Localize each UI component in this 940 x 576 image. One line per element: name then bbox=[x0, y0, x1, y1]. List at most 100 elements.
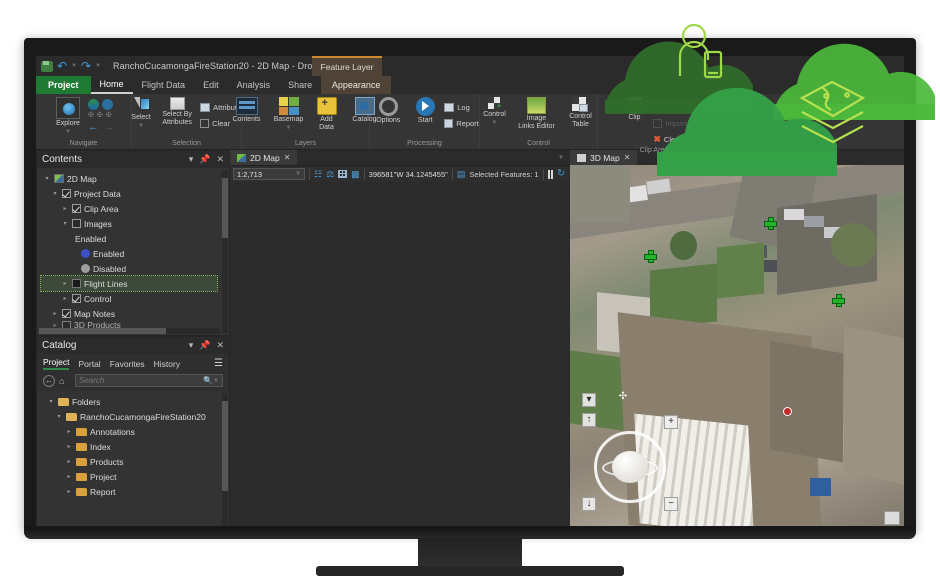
contents-vertical-scrollbar[interactable] bbox=[222, 170, 228, 333]
catalog-node-products[interactable]: ▸ Products bbox=[41, 454, 227, 469]
view-tab-overflow-icon[interactable]: ▼ bbox=[558, 155, 564, 161]
home-icon[interactable]: ⌂ bbox=[59, 375, 71, 387]
image-links-editor-button[interactable]: Image Links Editor bbox=[517, 97, 557, 131]
tab-share[interactable]: Share bbox=[279, 76, 321, 94]
twisty-icon[interactable]: ▾ bbox=[51, 190, 59, 197]
select-button[interactable]: Select ▼ bbox=[128, 97, 154, 130]
add-data-button[interactable]: Add Data bbox=[313, 97, 341, 132]
flagged-point-marker[interactable] bbox=[783, 407, 792, 416]
catalog-node-project-root[interactable]: ▾ RanchoCucamongaFireStation20 bbox=[41, 409, 227, 424]
control-point-marker[interactable] bbox=[764, 217, 775, 228]
save-icon[interactable] bbox=[41, 61, 53, 72]
layer-checkbox[interactable] bbox=[62, 309, 71, 318]
catalog-tab-favorites[interactable]: Favorites bbox=[110, 359, 145, 369]
catalog-tab-strip[interactable]: Project Portal Favorites History ☰ bbox=[37, 354, 229, 372]
back-icon[interactable]: ← bbox=[43, 375, 55, 387]
selection-icon[interactable]: ▤ bbox=[457, 170, 466, 179]
twisty-icon[interactable]: ▾ bbox=[43, 175, 51, 182]
full-control-icon[interactable]: ✣ bbox=[616, 391, 630, 405]
contents-node-2d-map[interactable]: ▾ 2D Map bbox=[41, 171, 227, 186]
zoom-out-small-icon[interactable]: ✠ bbox=[97, 112, 103, 120]
contents-close-icon[interactable]: ✕ bbox=[216, 154, 224, 165]
zoom-out-button[interactable]: − bbox=[664, 497, 678, 511]
twisty-icon[interactable]: ▸ bbox=[61, 280, 69, 287]
twisty-icon[interactable]: ▸ bbox=[65, 488, 73, 495]
catalog-tab-portal[interactable]: Portal bbox=[78, 359, 100, 369]
navigator-globe[interactable] bbox=[612, 451, 648, 483]
scale-selector-2d[interactable]: 1:2,713 ▼ bbox=[233, 168, 305, 180]
layer-checkbox[interactable] bbox=[72, 219, 81, 228]
log-button[interactable]: Log bbox=[444, 100, 479, 114]
twisty-icon[interactable]: ▸ bbox=[65, 458, 73, 465]
tab-project[interactable]: Project bbox=[36, 76, 91, 94]
tab-flight-data[interactable]: Flight Data bbox=[133, 76, 195, 94]
catalog-node-index[interactable]: ▸ Index bbox=[41, 439, 227, 454]
snapping-icon[interactable]: ▩ bbox=[351, 170, 360, 179]
layer-checkbox[interactable] bbox=[72, 294, 81, 303]
catalog-close-icon[interactable]: ✕ bbox=[216, 340, 224, 351]
layer-checkbox[interactable] bbox=[72, 204, 81, 213]
search-input[interactable] bbox=[79, 376, 203, 385]
measure-icon[interactable]: ⚖ bbox=[326, 170, 334, 179]
pan-small-icon[interactable]: ✠ bbox=[106, 112, 112, 120]
catalog-node-folders[interactable]: ▾ Folders bbox=[41, 394, 227, 409]
contents-button[interactable]: Contents bbox=[229, 97, 265, 124]
grid-icon[interactable] bbox=[338, 170, 347, 178]
control-dropdown-icon[interactable]: ▼ bbox=[492, 119, 498, 127]
twisty-icon[interactable]: ▾ bbox=[61, 220, 69, 227]
view-tab-close-icon[interactable]: ✕ bbox=[284, 153, 291, 162]
catalog-node-project[interactable]: ▸ Project bbox=[41, 469, 227, 484]
control-table-button[interactable]: Control Table bbox=[564, 97, 598, 129]
explore-button[interactable]: Explore ▼ bbox=[52, 97, 84, 136]
overview-map-icon[interactable] bbox=[884, 511, 900, 525]
contents-node-clip-area[interactable]: ▸ Clip Area bbox=[41, 201, 227, 216]
contents-node-flight-lines[interactable]: ▸ Flight Lines bbox=[41, 276, 217, 291]
redo-icon[interactable]: ↷ bbox=[81, 60, 91, 72]
options-button[interactable]: Options bbox=[370, 97, 406, 125]
undo-icon[interactable]: ↶ bbox=[57, 60, 67, 72]
refresh-icon[interactable]: ↻ bbox=[557, 169, 565, 179]
contents-node-control[interactable]: ▸ Control bbox=[41, 291, 227, 306]
tab-home[interactable]: Home bbox=[91, 76, 133, 94]
basemap-button[interactable]: Basemap ▼ bbox=[271, 97, 307, 132]
fixed-zoom-icon[interactable] bbox=[102, 99, 113, 110]
undo-dropdown-icon[interactable]: ▼ bbox=[71, 63, 77, 69]
contents-node-images[interactable]: ▾ Images bbox=[41, 216, 227, 231]
catalog-tab-history[interactable]: History bbox=[154, 359, 180, 369]
pause-icon[interactable] bbox=[548, 170, 554, 179]
control-point-marker[interactable] bbox=[644, 250, 655, 261]
redo-dropdown-icon[interactable]: ▼ bbox=[95, 63, 101, 69]
contents-menu-icon[interactable]: ▾ bbox=[189, 154, 194, 165]
scale-dropdown-icon[interactable]: ▼ bbox=[295, 171, 301, 177]
catalog-tab-project[interactable]: Project bbox=[43, 357, 69, 370]
previous-extent-icon[interactable]: ← bbox=[88, 122, 99, 132]
catalog-pin-icon[interactable]: 📌 bbox=[199, 340, 210, 351]
layer-checkbox[interactable] bbox=[62, 189, 71, 198]
view-tab-2d-map[interactable]: 2D Map ✕ bbox=[230, 150, 297, 165]
contents-pin-icon[interactable]: 📌 bbox=[199, 154, 210, 165]
start-button[interactable]: Start bbox=[412, 97, 438, 125]
select-dropdown-icon[interactable]: ▼ bbox=[138, 122, 144, 130]
tab-analysis[interactable]: Analysis bbox=[228, 76, 280, 94]
twisty-icon[interactable]: ▾ bbox=[47, 398, 55, 405]
quick-access-toolbar[interactable]: ↶ ▼ ↷ ▼ bbox=[41, 60, 101, 72]
catalog-search-box[interactable]: 🔍 ▼ bbox=[75, 374, 223, 387]
contents-node-project-data[interactable]: ▾ Project Data bbox=[41, 186, 227, 201]
contents-symbol-disabled[interactable]: Disabled bbox=[41, 261, 227, 276]
contents-symbol-enabled[interactable]: Enabled bbox=[41, 246, 227, 261]
twisty-icon[interactable]: ▸ bbox=[61, 205, 69, 212]
tab-edit[interactable]: Edit bbox=[194, 76, 228, 94]
twisty-icon[interactable]: ▸ bbox=[65, 428, 73, 435]
contents-horizontal-scrollbar[interactable] bbox=[39, 328, 220, 334]
navigator-3d[interactable]: ▾ ✣ ↑ ↓ + − bbox=[582, 419, 678, 515]
twisty-icon[interactable]: ▾ bbox=[55, 413, 63, 420]
contents-node-map-notes[interactable]: ▸ Map Notes bbox=[41, 306, 227, 321]
bookmark-icons[interactable]: ✠ ✠ ✠ bbox=[88, 112, 115, 120]
basemap-dropdown-icon[interactable]: ▼ bbox=[286, 124, 292, 132]
view-tab-strip-2d[interactable]: 2D Map ✕ ▼ bbox=[230, 150, 570, 165]
twisty-icon[interactable]: ▸ bbox=[65, 443, 73, 450]
arrow-down-icon[interactable]: ↓ bbox=[582, 497, 596, 511]
explore-dropdown-icon[interactable]: ▼ bbox=[65, 128, 71, 136]
tab-appearance[interactable]: Appearance bbox=[321, 76, 391, 94]
catalog-menu-hamburger-icon[interactable]: ☰ bbox=[214, 358, 223, 369]
